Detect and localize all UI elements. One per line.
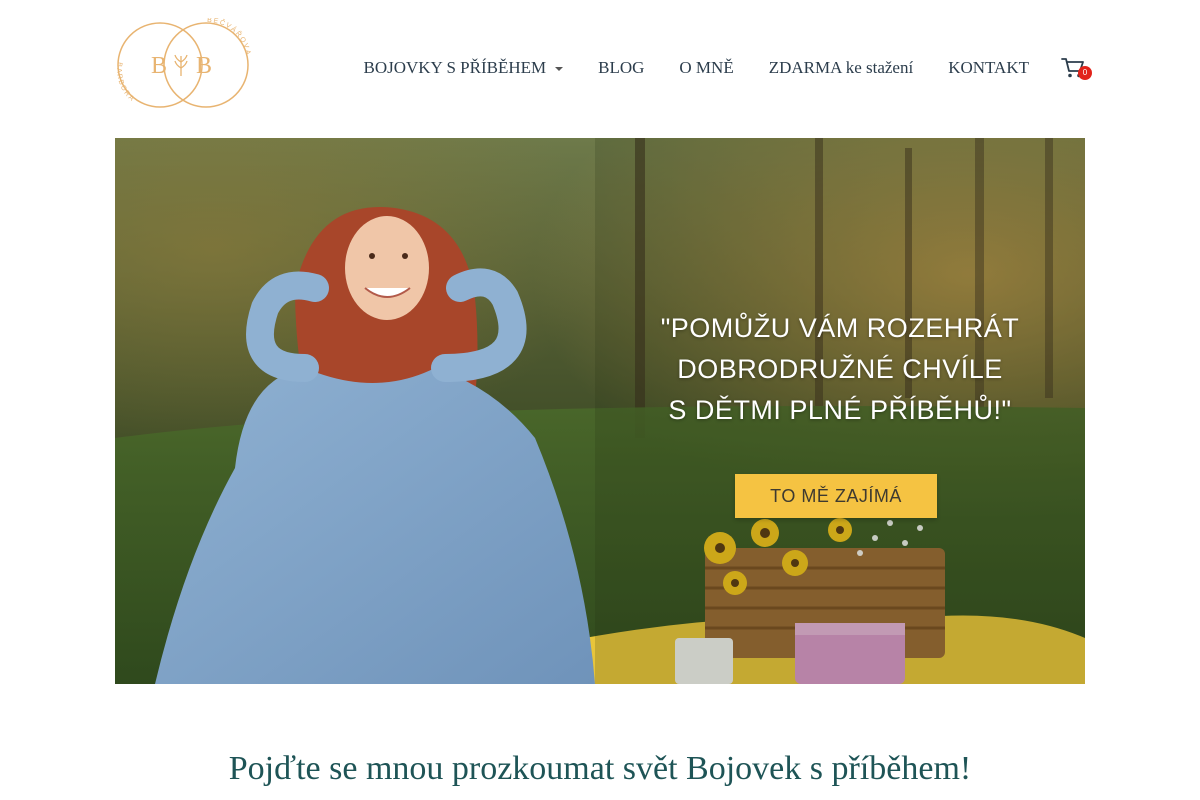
cart-count-badge: 0: [1078, 66, 1092, 80]
main-nav: BOJOVKY S PŘÍBĚHEM BLOG O MNĚ ZDARMA ke …: [364, 56, 1092, 80]
cart-button[interactable]: 0: [1061, 57, 1092, 80]
hero-quote-line: DOBRODRUŽNÉ CHVÍLE: [677, 354, 1003, 384]
nav-item-blog[interactable]: BLOG: [598, 58, 644, 78]
hero-quote: "POMŮŽU VÁM ROZEHRÁT DOBRODRUŽNÉ CHVÍLE …: [620, 308, 1060, 431]
wheat-icon: [174, 54, 188, 76]
section-title: Pojďte se mnou prozkoumat svět Bojovek s…: [228, 750, 972, 787]
page: B B BEČVÁŘOVÁ BARBORA BOJOVKY S PŘÍBĚHEM…: [0, 0, 1200, 800]
logo-ring-text-left: BARBORA: [115, 62, 136, 104]
nav-item-zdarma[interactable]: ZDARMA ke stažení: [769, 58, 913, 78]
nav-item-label: BOJOVKY S PŘÍBĚHEM: [363, 58, 547, 77]
nav-item-label: BLOG: [598, 58, 645, 77]
nav-item-label: O MNĚ: [679, 58, 734, 77]
logo-ring-text-top: BEČVÁŘOVÁ: [207, 18, 251, 57]
nav-item-o-mne[interactable]: O MNĚ: [679, 58, 733, 78]
logo-initial-left: B: [151, 53, 167, 79]
nav-item-label: ZDARMA ke stažení: [768, 58, 914, 77]
logo-initial-right: B: [196, 53, 212, 79]
nav-item-label: KONTAKT: [948, 58, 1029, 77]
cta-button[interactable]: TO MĚ ZAJÍMÁ: [735, 474, 937, 518]
hero-quote-line: "POMŮŽU VÁM ROZEHRÁT: [660, 313, 1020, 343]
nav-item-bojovky[interactable]: BOJOVKY S PŘÍBĚHEM: [364, 58, 564, 78]
hero-banner[interactable]: "POMŮŽU VÁM ROZEHRÁT DOBRODRUŽNÉ CHVÍLE …: [115, 138, 1085, 684]
chevron-down-icon[interactable]: [555, 67, 564, 71]
site-header: B B BEČVÁŘOVÁ BARBORA BOJOVKY S PŘÍBĚHEM…: [115, 17, 1092, 118]
hero-quote-line: S DĚTMI PLNÉ PŘÍBĚHŮ!": [668, 395, 1012, 425]
logo-graphic: B B BEČVÁŘOVÁ BARBORA: [115, 17, 252, 108]
site-logo[interactable]: B B BEČVÁŘOVÁ BARBORA: [115, 17, 252, 112]
nav-item-kontakt[interactable]: KONTAKT: [948, 58, 1029, 78]
